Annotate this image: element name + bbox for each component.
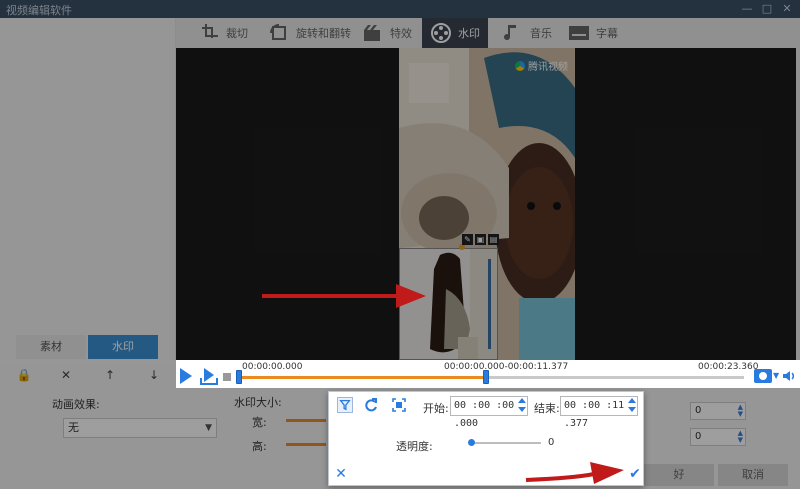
timeline-end-handle[interactable]: [483, 370, 489, 384]
play-range-icon[interactable]: [200, 366, 218, 386]
timeline-end-time: 00:00:23.360: [698, 362, 759, 372]
opacity-slider[interactable]: [471, 442, 541, 444]
timeline-start-time: 00:00:00.000: [242, 362, 303, 372]
refresh-icon[interactable]: [363, 397, 379, 413]
timeline-progress: [238, 376, 486, 379]
start-time-spinner-icon[interactable]: [517, 396, 527, 416]
volume-icon[interactable]: [782, 369, 796, 383]
chevron-down-icon[interactable]: ▼: [773, 371, 779, 380]
popup-cancel-icon[interactable]: ✕: [333, 466, 349, 482]
timeline-range-time: 00:00:00.000-00:00:11.377: [444, 362, 569, 372]
annotation-arrow-watermark: [262, 284, 426, 308]
filter-icon[interactable]: [337, 397, 353, 413]
timeline-bar: 00:00:00.000 00:00:00.000-00:00:11.377 0…: [176, 360, 800, 388]
end-time-spinner-icon[interactable]: [627, 396, 637, 416]
snapshot-icon[interactable]: [754, 369, 772, 383]
stop-icon[interactable]: [223, 373, 231, 381]
opacity-value: 0: [548, 437, 555, 448]
annotation-arrow-confirm: [525, 462, 624, 484]
opacity-slider-knob[interactable]: [468, 439, 475, 446]
timeline-start-handle[interactable]: [236, 370, 242, 384]
start-label: 开始:: [423, 402, 449, 415]
opacity-label: 透明度:: [396, 440, 433, 453]
popup-confirm-icon[interactable]: ✔: [627, 466, 643, 482]
end-label: 结束:: [534, 402, 560, 415]
fit-frame-icon[interactable]: [391, 397, 407, 413]
play-icon[interactable]: [180, 368, 192, 384]
